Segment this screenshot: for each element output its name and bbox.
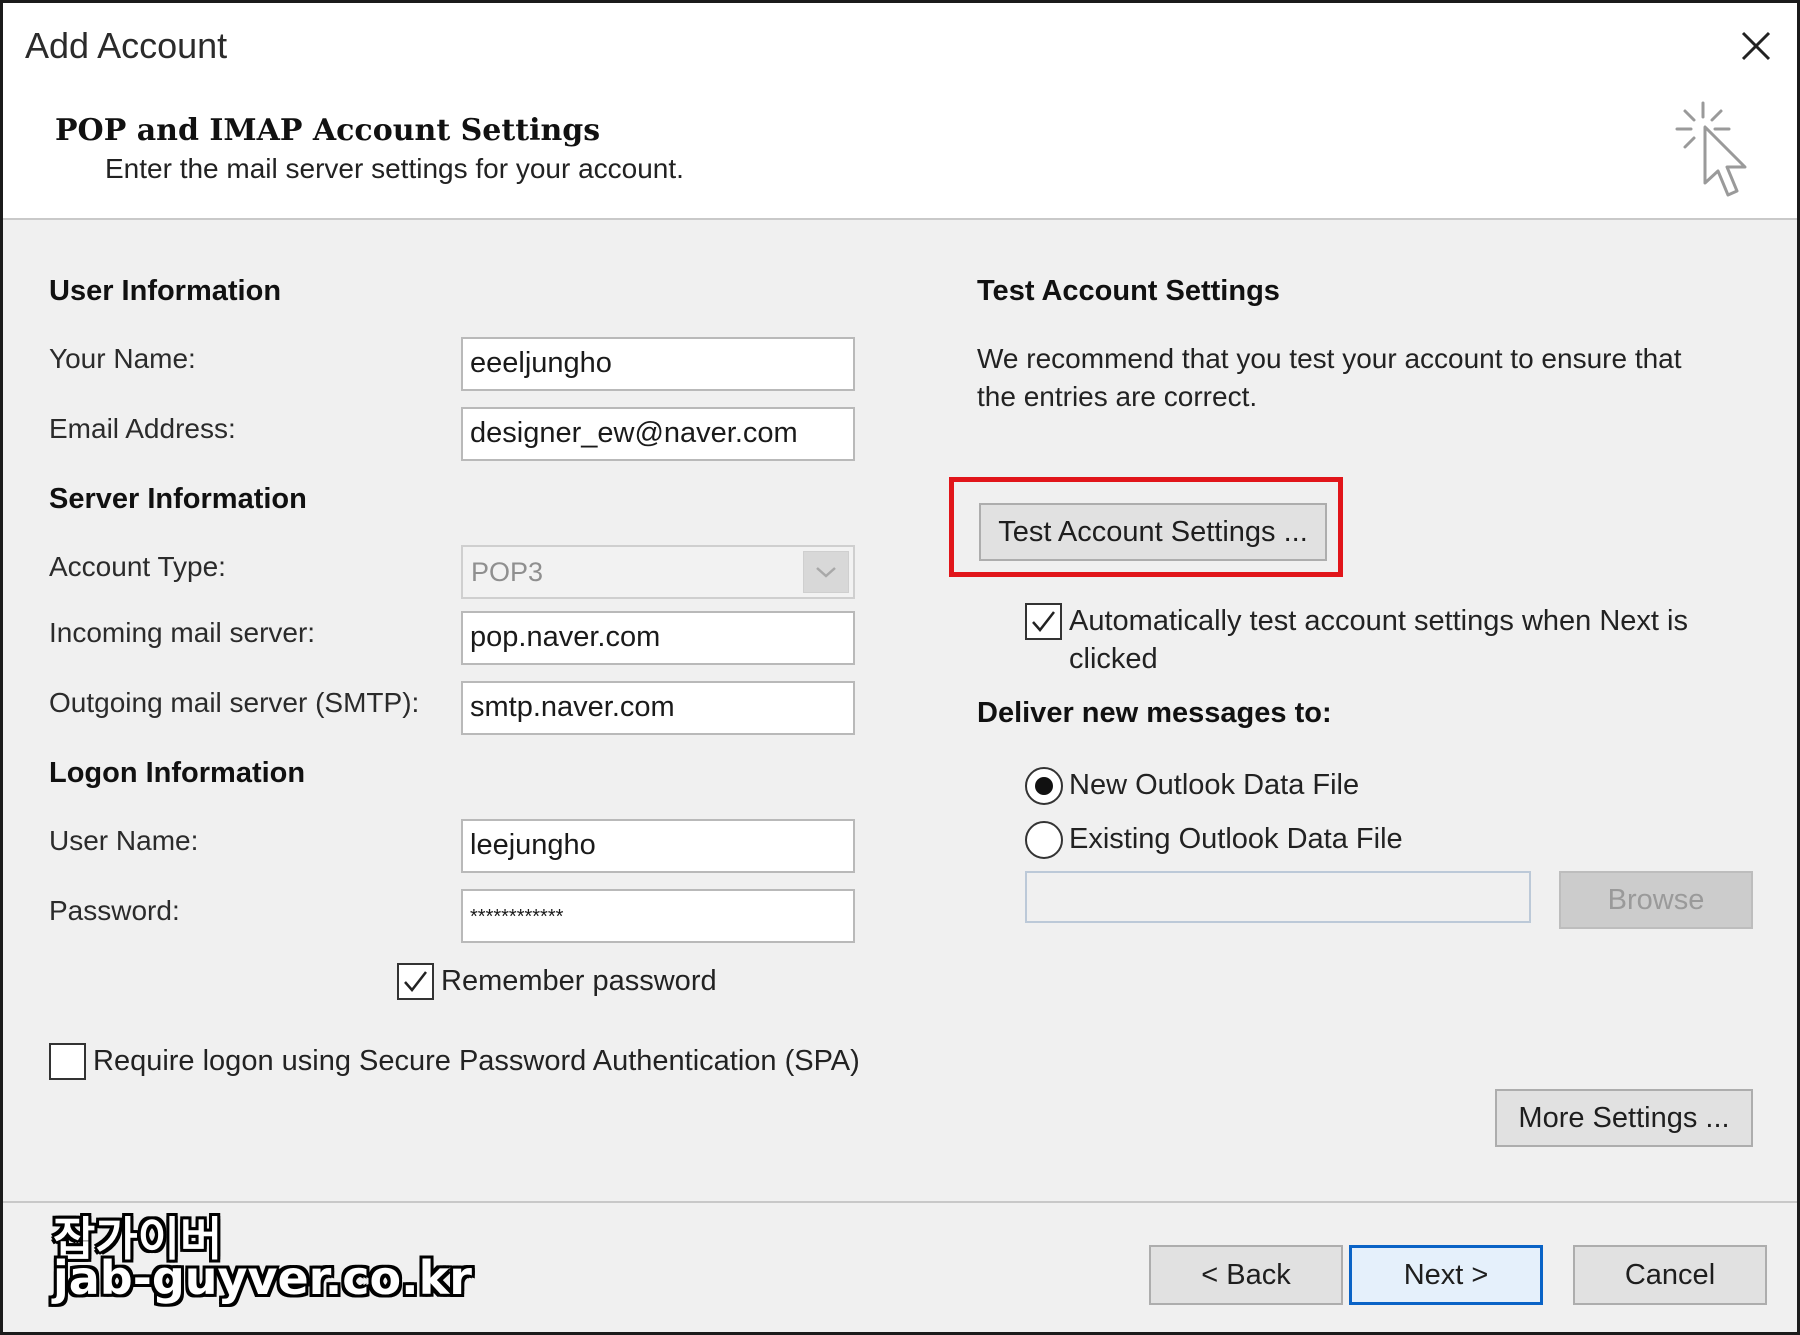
- cancel-button[interactable]: Cancel: [1573, 1245, 1767, 1305]
- header-title: POP and IMAP Account Settings: [55, 113, 601, 148]
- new-data-file-label: New Outlook Data File: [1069, 769, 1360, 801]
- email-address-input[interactable]: designer_ew@naver.com: [461, 407, 855, 461]
- watermark-url: jab-guyver.co.kr: [53, 1251, 472, 1305]
- remember-password-checkbox[interactable]: [397, 963, 434, 1000]
- test-account-settings-heading: Test Account Settings: [977, 275, 1280, 307]
- account-type-select[interactable]: POP3: [461, 545, 855, 599]
- your-name-label: Your Name:: [49, 343, 196, 374]
- dropdown-arrow: [803, 551, 849, 593]
- auto-test-checkbox[interactable]: [1025, 603, 1062, 640]
- user-name-label: User Name:: [49, 825, 199, 856]
- password-label: Password:: [49, 895, 180, 926]
- deliver-messages-heading: Deliver new messages to:: [977, 697, 1332, 729]
- next-button[interactable]: Next >: [1349, 1245, 1543, 1305]
- back-button[interactable]: < Back: [1149, 1245, 1343, 1305]
- outgoing-server-input[interactable]: smtp.naver.com: [461, 681, 855, 735]
- data-file-path-input[interactable]: [1025, 871, 1531, 923]
- spa-checkbox[interactable]: [49, 1043, 86, 1080]
- test-description-line1: We recommend that you test your account …: [977, 343, 1682, 374]
- account-type-value: POP3: [471, 557, 544, 587]
- close-button[interactable]: [1727, 19, 1783, 75]
- test-account-settings-button[interactable]: Test Account Settings ...: [979, 503, 1327, 561]
- close-icon: [1741, 31, 1771, 61]
- auto-test-label-line1: Automatically test account settings when…: [1069, 605, 1688, 637]
- header-subtitle: Enter the mail server settings for your …: [105, 153, 684, 184]
- password-input[interactable]: ************: [461, 889, 855, 943]
- test-description-line2: the entries are correct.: [977, 381, 1258, 412]
- outgoing-server-label: Outgoing mail server (SMTP):: [49, 687, 420, 718]
- existing-data-file-label: Existing Outlook Data File: [1069, 823, 1403, 855]
- more-settings-button[interactable]: More Settings ...: [1495, 1089, 1753, 1147]
- title-bar: Add Account: [3, 3, 1797, 93]
- remember-password-label: Remember password: [441, 965, 717, 997]
- checkmark-icon: [404, 971, 427, 992]
- incoming-server-label: Incoming mail server:: [49, 617, 316, 648]
- checkmark-icon: [1032, 611, 1055, 632]
- email-address-label: Email Address:: [49, 413, 236, 444]
- incoming-server-input[interactable]: pop.naver.com: [461, 611, 855, 665]
- dialog-header: POP and IMAP Account Settings Enter the …: [3, 93, 1797, 220]
- server-information-heading: Server Information: [49, 483, 307, 515]
- spa-label: Require logon using Secure Password Auth…: [93, 1045, 860, 1077]
- footer-divider: [3, 1201, 1797, 1203]
- radio-selected-dot: [1035, 777, 1053, 795]
- add-account-dialog: Add Account POP and IMAP Account Setting…: [0, 0, 1800, 1335]
- your-name-input[interactable]: eeeljungho: [461, 337, 855, 391]
- logon-information-heading: Logon Information: [49, 757, 306, 789]
- cursor-click-icon: [1675, 101, 1747, 197]
- chevron-down-icon: [816, 567, 836, 578]
- account-type-label: Account Type:: [49, 551, 226, 582]
- new-data-file-radio[interactable]: [1025, 767, 1063, 805]
- user-name-input[interactable]: leejungho: [461, 819, 855, 873]
- auto-test-label-line2: clicked: [1069, 643, 1158, 675]
- window-title: Add Account: [25, 25, 228, 66]
- browse-button[interactable]: Browse: [1559, 871, 1753, 929]
- user-information-heading: User Information: [49, 275, 282, 307]
- existing-data-file-radio[interactable]: [1025, 821, 1063, 859]
